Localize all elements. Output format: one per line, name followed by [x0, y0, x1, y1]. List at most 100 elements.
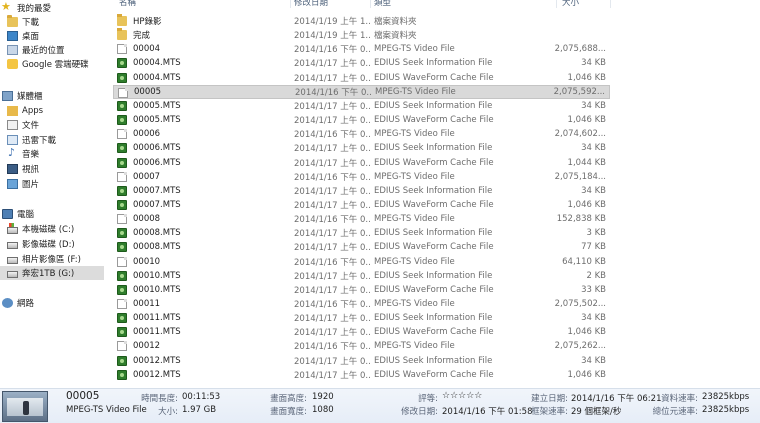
edius-file-icon	[117, 185, 127, 196]
details-width-value: 1080	[312, 405, 334, 415]
file-date: 2014/1/16 下午 0...	[294, 130, 370, 141]
file-name: 00005.MTS	[133, 115, 181, 126]
file-row[interactable]: 00008.MTS 2014/1/17 上午 0... EDIUS WaveForm…	[113, 240, 610, 254]
nav-computer[interactable]: 電腦	[0, 207, 104, 221]
file-size: 34 KB	[581, 143, 606, 154]
column-header-type[interactable]: 類型	[374, 0, 391, 8]
file-row[interactable]: 00006 2014/1/16 下午 0... MPEG-TS Video File…	[113, 127, 610, 141]
file-row[interactable]: 00010.MTS 2014/1/17 上午 0... EDIUS WaveForm…	[113, 283, 610, 297]
rating-stars-icon[interactable]: ☆☆☆☆☆	[442, 391, 482, 401]
file-size: 2,075,592...	[553, 86, 605, 97]
file-row[interactable]: 00006.MTS 2014/1/17 上午 0... EDIUS WaveForm…	[113, 156, 610, 170]
edius-file-icon	[117, 157, 127, 168]
file-name: 00004.MTS	[133, 58, 181, 69]
file-type: 檔案資料夾	[374, 17, 417, 27]
column-header-name[interactable]: 名稱	[119, 0, 136, 8]
file-name: 00012.MTS	[133, 355, 181, 366]
file-size: 2,075,688...	[554, 44, 606, 55]
nav-item-downloads[interactable]: 下載	[0, 15, 104, 29]
nav-item-drive-g[interactable]: 奔宏1TB (G:)	[0, 266, 104, 280]
nav-item-label: 影像磁碟 (D:)	[22, 240, 75, 250]
video-file-icon	[117, 171, 127, 182]
edius-file-icon	[117, 143, 127, 154]
nav-item-pictures[interactable]: 圖片	[0, 177, 104, 191]
file-row[interactable]: 00005.MTS 2014/1/17 上午 0... EDIUS Seek Inf…	[113, 99, 610, 113]
file-row[interactable]: 00012.MTS 2014/1/17 上午 0... EDIUS WaveForm…	[113, 368, 610, 382]
file-size: 77 KB	[581, 242, 606, 253]
file-row[interactable]: 00010.MTS 2014/1/17 上午 0... EDIUS Seek Inf…	[113, 269, 610, 283]
file-row[interactable]: 00011.MTS 2014/1/17 上午 0... EDIUS Seek Inf…	[113, 311, 610, 325]
file-row[interactable]: 00007.MTS 2014/1/17 上午 0... EDIUS Seek Inf…	[113, 184, 610, 198]
column-divider[interactable]	[610, 0, 611, 8]
file-row[interactable]: HP錄影 2014/1/19 上午 1... 檔案資料夾	[113, 14, 610, 28]
file-date: 2014/1/16 下午 0...	[294, 45, 370, 56]
nav-item-drive-c[interactable]: 本機磁碟 (C:)	[0, 222, 104, 236]
file-name: 00011	[133, 299, 161, 309]
nav-item-video[interactable]: 視訊	[0, 162, 104, 176]
file-row[interactable]: 00005.MTS 2014/1/17 上午 0... EDIUS WaveForm…	[113, 113, 610, 127]
file-row[interactable]: 00011 2014/1/16 下午 0... MPEG-TS Video File…	[113, 297, 610, 311]
folder-icon	[7, 106, 18, 116]
details-datarate-value: 23825kbps	[702, 392, 750, 402]
column-divider[interactable]	[556, 0, 557, 8]
file-row[interactable]: 00010 2014/1/16 下午 0... MPEG-TS Video File…	[113, 255, 610, 269]
file-row[interactable]: 00011.MTS 2014/1/17 上午 0... EDIUS WaveForm…	[113, 325, 610, 339]
details-height-label: 畫面高度:	[270, 394, 307, 404]
file-date: 2014/1/17 上午 0...	[294, 271, 370, 282]
file-type: EDIUS WaveForm Cache File	[374, 157, 494, 168]
nav-item-desktop[interactable]: 桌面	[0, 29, 104, 43]
edius-file-icon	[117, 313, 127, 324]
file-row[interactable]: 00005 2014/1/16 下午 0... MPEG-TS Video File…	[113, 84, 610, 99]
file-row[interactable]: 00004.MTS 2014/1/17 上午 0... EDIUS WaveForm…	[113, 71, 610, 85]
file-row[interactable]: 00008.MTS 2014/1/17 上午 0... EDIUS Seek Inf…	[113, 226, 610, 240]
file-name: 00008	[133, 214, 161, 225]
file-date: 2014/1/16 下午 0...	[294, 172, 370, 183]
nav-computer-label: 電腦	[17, 210, 35, 220]
column-divider[interactable]	[370, 0, 371, 8]
nav-item-drive-f[interactable]: 相片影像區 (F:)	[0, 252, 104, 266]
nav-favorites-label: 我的最愛	[17, 4, 52, 14]
file-row[interactable]: 00007 2014/1/16 下午 0... MPEG-TS Video File…	[113, 170, 610, 184]
file-type: MPEG-TS Video File	[374, 341, 455, 352]
file-type: EDIUS Seek Information File	[374, 143, 493, 154]
nav-item-documents[interactable]: 文件	[0, 118, 104, 132]
nav-item-music[interactable]: 音樂	[0, 146, 104, 161]
file-row[interactable]: 完成 2014/1/19 上午 1... 檔案資料夾	[113, 28, 610, 42]
column-divider[interactable]	[290, 0, 291, 8]
file-name: HP錄影	[133, 17, 162, 27]
file-row[interactable]: 00008 2014/1/16 下午 0... MPEG-TS Video File…	[113, 212, 610, 226]
file-name: 00011.MTS	[133, 327, 181, 338]
nav-item-drive-d[interactable]: 影像磁碟 (D:)	[0, 237, 104, 251]
nav-item-apps[interactable]: Apps	[0, 104, 104, 118]
file-type: EDIUS WaveForm Cache File	[374, 242, 494, 253]
details-modified-label: 修改日期:	[401, 407, 438, 417]
download-folder-icon	[7, 15, 18, 27]
nav-item-recent-places[interactable]: 最近的位置	[0, 43, 104, 57]
nav-favorites[interactable]: 我的最愛	[0, 0, 104, 15]
file-row[interactable]: 00004 2014/1/16 下午 0... MPEG-TS Video File…	[113, 42, 610, 56]
file-name: 00007	[133, 171, 161, 182]
file-row[interactable]: 00007.MTS 2014/1/17 上午 0... EDIUS WaveForm…	[113, 198, 610, 212]
drive-icon	[7, 241, 18, 249]
details-length-value: 00:11:53	[182, 392, 221, 402]
column-header-date[interactable]: 修改日期	[294, 0, 328, 8]
details-framerate-value: 29 個框架/秒	[571, 407, 622, 417]
file-type: EDIUS WaveForm Cache File	[374, 199, 494, 210]
nav-libraries[interactable]: 媒體櫃	[0, 89, 104, 103]
nav-item-google-drive[interactable]: Google 雲端硬碟	[0, 57, 104, 71]
file-row[interactable]: 00004.MTS 2014/1/17 上午 0... EDIUS Seek Inf…	[113, 56, 610, 70]
nav-network[interactable]: 網路	[0, 296, 104, 310]
nav-item-label: Google 雲端硬碟	[22, 60, 89, 70]
column-header-size[interactable]: 大小	[562, 0, 579, 8]
file-size: 1,044 KB	[567, 157, 606, 168]
desktop-icon	[7, 31, 18, 41]
file-name: 00008.MTS	[133, 228, 181, 239]
nav-item-label: 下載	[22, 18, 40, 28]
nav-item-thunder-downloads[interactable]: 迅雷下載	[0, 133, 104, 147]
details-rating-label: 評等:	[418, 394, 438, 404]
file-row[interactable]: 00012.MTS 2014/1/17 上午 0... EDIUS Seek Inf…	[113, 354, 610, 368]
file-row[interactable]: 00006.MTS 2014/1/17 上午 0... EDIUS Seek Inf…	[113, 141, 610, 155]
file-size: 2,075,262...	[554, 341, 606, 352]
file-row[interactable]: 00012 2014/1/16 下午 0... MPEG-TS Video File…	[113, 339, 610, 353]
file-type: EDIUS WaveForm Cache File	[374, 369, 494, 380]
